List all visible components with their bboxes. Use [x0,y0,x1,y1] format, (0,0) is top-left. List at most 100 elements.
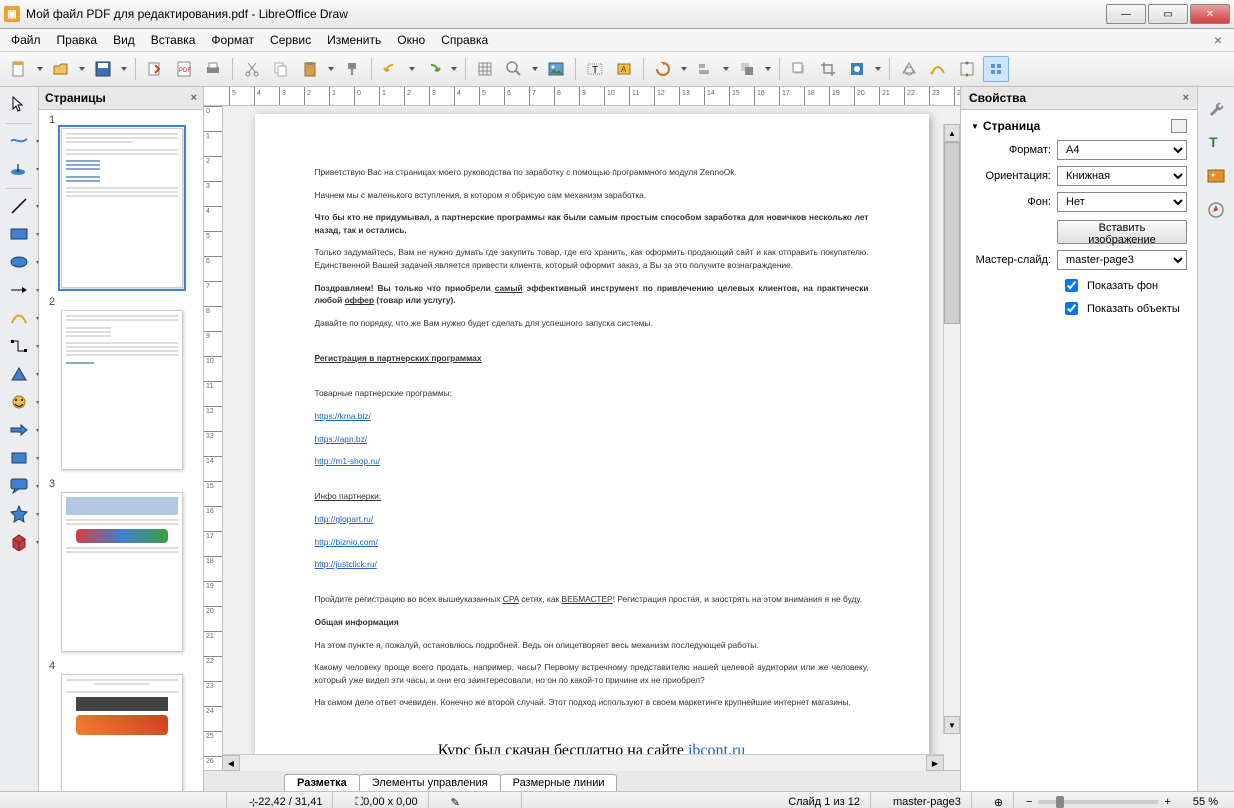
zoom-in-icon[interactable]: + [1164,796,1170,808]
crop-button[interactable] [815,56,841,82]
section-page[interactable]: ▼Страница [971,116,1187,136]
3d-tool[interactable]: ▾ [4,529,34,555]
pdf-button[interactable]: PDF [171,56,197,82]
save-button[interactable] [90,56,116,82]
menu-modify[interactable]: Изменить [320,31,388,49]
zoom-slider[interactable] [1038,800,1158,804]
shadow-button[interactable] [786,56,812,82]
undo-button[interactable] [378,56,404,82]
new-button[interactable] [6,56,32,82]
filter-button[interactable] [844,56,870,82]
star-tool[interactable]: ▾ [4,501,34,527]
tab-controls[interactable]: Элементы управления [359,774,501,791]
doc-link[interactable]: https://kma.biz/ [315,411,371,421]
properties-close[interactable]: × [1183,92,1189,104]
filter-dropdown[interactable] [873,67,883,71]
menu-window[interactable]: Окно [390,31,432,49]
copy-button[interactable] [268,56,294,82]
shape-button[interactable] [896,56,922,82]
arrow-tool[interactable]: ▾ [4,277,34,303]
page-scroll[interactable]: Приветствую Вас на страницах моего руков… [223,106,960,770]
page-1[interactable]: Приветствую Вас на страницах моего руков… [255,114,929,770]
undo-dropdown[interactable] [407,67,417,71]
image-button[interactable] [543,56,569,82]
line-tool[interactable]: ▾ [4,193,34,219]
align-dropdown[interactable] [721,67,731,71]
doc-link[interactable]: http://biznio.com/ [315,537,378,547]
menu-view[interactable]: Вид [106,31,142,49]
horizontal-scrollbar[interactable]: ◀▶ [222,754,944,771]
align-button[interactable] [692,56,718,82]
arrange-button[interactable] [734,56,760,82]
format-select[interactable]: A4 [1057,140,1187,160]
sidebar-navigator-icon[interactable] [1203,197,1229,223]
redo-dropdown[interactable] [449,67,459,71]
show-obj-checkbox[interactable] [1065,302,1078,315]
horizontal-ruler[interactable]: 5432101234567891011121314151617181920212… [204,87,960,106]
status-master[interactable]: master-page3 [883,792,972,808]
thumb-1[interactable]: 1 [43,114,199,288]
fill-color-tool[interactable]: ▾ [4,156,34,182]
save-dropdown[interactable] [119,67,129,71]
menu-help[interactable]: Справка [434,31,495,49]
doc-link[interactable]: http://m1-shop.ru/ [315,456,381,466]
sidebar-gallery-icon[interactable] [1203,163,1229,189]
paste-dropdown[interactable] [326,67,336,71]
cut-button[interactable] [239,56,265,82]
maximize-button[interactable]: ▭ [1148,4,1188,24]
zoom-dropdown[interactable] [530,67,540,71]
orientation-select[interactable]: Книжная [1057,166,1187,186]
pages-panel-close[interactable]: × [191,92,197,104]
status-slide[interactable]: Слайд 1 из 12 [778,792,871,808]
pages-thumbnails[interactable]: 1 2 3 4 5 [39,110,203,791]
zoom-out-icon[interactable]: − [1026,796,1032,808]
tab-dimlines[interactable]: Размерные линии [500,774,618,791]
redo-button[interactable] [420,56,446,82]
callout-tool[interactable]: ▾ [4,473,34,499]
sidebar-styles-icon[interactable]: T [1203,129,1229,155]
connector-tool[interactable]: ▾ [4,333,34,359]
zoom-value[interactable]: 55 % [1183,792,1228,808]
menu-tools[interactable]: Сервис [263,31,318,49]
curve-tool[interactable]: ▾ [4,305,34,331]
menu-file[interactable]: Файл [4,31,48,49]
insert-image-button[interactable]: Вставить изображение [1057,220,1187,244]
extrusion-button[interactable] [983,56,1009,82]
show-bg-checkbox[interactable] [1065,279,1078,292]
zoom-fit-icon[interactable]: ⊕ [984,792,1014,808]
edit-points-button[interactable] [925,56,951,82]
thumb-4[interactable]: 4 [43,660,199,791]
new-dropdown[interactable] [35,67,45,71]
zoom-button[interactable] [501,56,527,82]
format-paint-button[interactable] [339,56,365,82]
doc-link[interactable]: http://justclick.ru/ [315,559,377,569]
fontwork-button[interactable]: A [611,56,637,82]
menu-edit[interactable]: Правка [50,31,105,49]
thumb-2[interactable]: 2 [43,296,199,470]
glue-points-button[interactable] [954,56,980,82]
textbox-button[interactable]: T [582,56,608,82]
symbol-shapes-tool[interactable]: ▾ [4,389,34,415]
master-select[interactable]: master-page3 [1057,250,1187,270]
doc-link[interactable]: http://glopart.ru/ [315,514,374,524]
rect-tool[interactable]: ▾ [4,221,34,247]
select-tool[interactable] [4,91,34,117]
vertical-ruler[interactable]: 0123456789101112131415161718192021222324… [204,106,223,770]
section-more-icon[interactable] [1171,119,1187,133]
grid-button[interactable] [472,56,498,82]
thumb-3[interactable]: 3 [43,478,199,652]
arrange-dropdown[interactable] [763,67,773,71]
print-button[interactable] [200,56,226,82]
line-color-tool[interactable]: ▾ [4,128,34,154]
flowchart-tool[interactable]: ▾ [4,445,34,471]
rotate-dropdown[interactable] [679,67,689,71]
vertical-scrollbar[interactable]: ▲▼ [943,124,960,734]
menu-insert[interactable]: Вставка [144,31,203,49]
close-button[interactable]: ✕ [1190,4,1230,24]
ellipse-tool[interactable]: ▾ [4,249,34,275]
block-arrows-tool[interactable]: ▾ [4,417,34,443]
rotate-button[interactable] [650,56,676,82]
doc-close-button[interactable]: × [1206,30,1230,50]
sidebar-properties-icon[interactable] [1203,95,1229,121]
background-select[interactable]: Нет [1057,192,1187,212]
